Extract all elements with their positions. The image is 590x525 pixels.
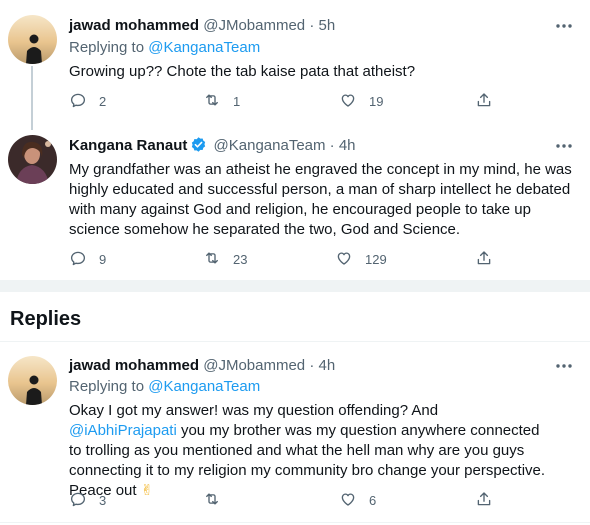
section-divider [0,280,590,292]
like-count: 19 [369,93,384,109]
reply-count: 3 [99,492,107,508]
tweet-text: Okay I got my answer! was my question of… [69,401,549,501]
tweet-header: jawad mohammed @JMobammed · 4h [69,356,335,376]
like-count: 129 [365,251,387,267]
tweet-text-part: Okay I got my answer! was my question of… [69,402,439,419]
retweet-button[interactable]: 1 [203,91,240,111]
share-button[interactable] [475,490,493,510]
share-button[interactable] [475,91,493,111]
replying-to-label: Replying to [69,378,149,395]
share-icon [475,490,493,511]
bottom-divider [0,522,590,523]
retweet-icon [203,249,221,270]
replying-to: Replying to @KanganaTeam [69,38,260,58]
mention-link[interactable]: @iAbhiPrajapati [69,422,177,439]
avatar[interactable] [8,135,57,184]
verified-icon [192,137,206,152]
more-icon[interactable] [554,356,574,376]
reply-icon [69,91,87,112]
retweet-count: 23 [233,251,248,267]
timestamp[interactable]: 5h [319,17,336,34]
reply-button[interactable]: 2 [69,91,106,111]
retweet-icon [203,490,221,511]
tweet-text: Growing up?? Chote the tab kaise pata th… [69,63,416,80]
tweet-jawad-1[interactable]: jawad mohammed @JMobammed · 5h Replying … [0,0,590,130]
like-button[interactable]: 19 [339,91,383,111]
user-handle[interactable]: @JMobammed [203,17,305,34]
reply-button[interactable]: 9 [69,249,106,269]
like-button[interactable]: 6 [339,490,376,510]
timestamp[interactable]: 4h [319,357,336,374]
separator-dot: · [309,17,315,34]
like-icon [339,91,357,112]
action-bar: 2 1 19 [69,91,499,111]
avatar[interactable] [8,356,57,405]
more-icon[interactable] [554,16,574,36]
like-icon [335,249,353,270]
replying-to-handle-link[interactable]: @KanganaTeam [148,378,260,395]
reply-button[interactable]: 3 [69,490,106,510]
share-icon [475,91,493,112]
reply-count: 9 [99,251,107,267]
user-handle[interactable]: @KanganaTeam [214,137,326,154]
replying-to-label: Replying to [69,39,149,56]
separator-dot: · [309,357,315,374]
avatar[interactable] [8,15,57,64]
like-icon [339,490,357,511]
thread-connector [31,66,33,130]
share-icon [475,249,493,270]
action-bar: 3 6 [69,490,499,510]
display-name[interactable]: jawad mohammed [69,17,199,34]
reply-count: 2 [99,93,107,109]
user-handle[interactable]: @JMobammed [203,357,305,374]
tweet-jawad-2[interactable]: jawad mohammed @JMobammed · 4h Replying … [0,342,590,525]
display-name[interactable]: Kangana Ranaut [69,137,187,154]
timestamp[interactable]: 4h [339,137,356,154]
retweet-count: 1 [233,93,241,109]
retweet-icon [203,91,221,112]
tweet-text: My grandfather was an atheist he engrave… [69,161,572,238]
more-icon[interactable] [554,136,574,156]
replying-to-handle-link[interactable]: @KanganaTeam [148,39,260,56]
action-bar: 9 23 129 [69,249,499,269]
share-button[interactable] [475,249,493,269]
tweet-header: Kangana Ranaut @KanganaTeam · 4h [69,136,356,156]
replying-to: Replying to @KanganaTeam [69,377,260,397]
like-count: 6 [369,492,377,508]
tweet-kangana[interactable]: Kangana Ranaut @KanganaTeam · 4h My gran… [0,130,590,280]
retweet-button[interactable] [203,490,221,510]
retweet-button[interactable]: 23 [203,249,247,269]
tweet-header: jawad mohammed @JMobammed · 5h [69,16,335,36]
replies-heading: Replies [10,308,82,330]
display-name[interactable]: jawad mohammed [69,357,199,374]
like-button[interactable]: 129 [335,249,387,269]
separator-dot: · [329,137,335,154]
reply-icon [69,249,87,270]
reply-icon [69,490,87,511]
